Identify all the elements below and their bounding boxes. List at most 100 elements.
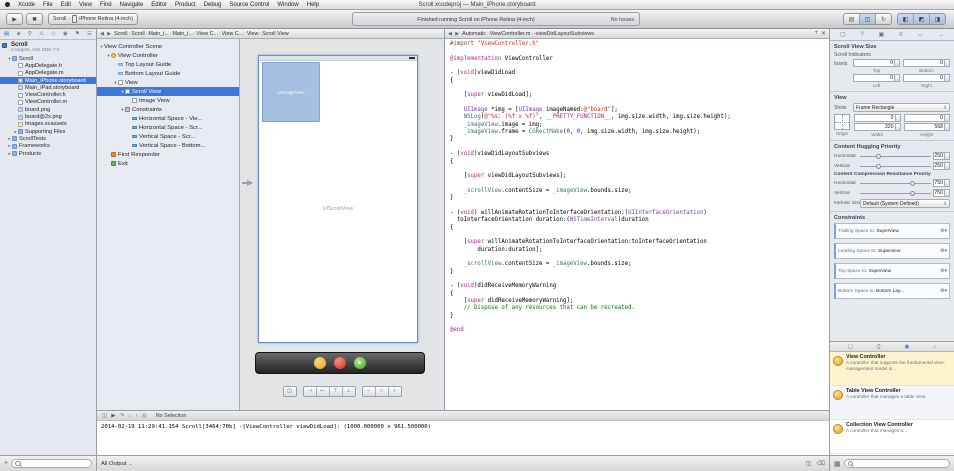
show-popup[interactable]: Frame Rectangle⇕ <box>853 103 950 112</box>
nav-item-supporting-files[interactable]: ▸Supporting Files <box>0 128 96 135</box>
log-navigator-tab[interactable]: ☰ <box>87 31 92 37</box>
back-forward-buttons[interactable]: ◀ ▶ <box>100 31 112 37</box>
stepper[interactable] <box>944 163 949 169</box>
outline-item-view[interactable]: ▾View <box>97 78 239 87</box>
gear-icon[interactable]: ⚙▾ <box>940 268 947 274</box>
crumb-view-c[interactable]: View C... <box>222 31 243 37</box>
stepper[interactable] <box>944 124 949 130</box>
outline-item-constraints[interactable]: ▾Constraints <box>97 105 239 114</box>
stepper[interactable] <box>944 180 949 186</box>
hugging-horizontal-slider[interactable] <box>860 153 931 160</box>
nav-item-frameworks[interactable]: ▸Frameworks <box>0 143 96 150</box>
search-navigator-tab[interactable]: ⚲ <box>28 31 32 37</box>
stepper[interactable] <box>944 60 949 66</box>
continue-button[interactable]: ▶ <box>111 413 115 419</box>
debug-area-toggle-button[interactable]: ◩ <box>914 14 930 24</box>
crumb-main-i[interactable]: Main_i... <box>148 31 168 37</box>
compression-vertical-field[interactable]: 750 <box>933 189 950 197</box>
crumb-scroll-view[interactable]: Scroll View <box>262 31 289 37</box>
menu-file[interactable]: File <box>39 2 57 8</box>
inset-bottom-field[interactable]: 0 <box>903 59 950 67</box>
outline-item-scroll-view[interactable]: ▾Scroll View <box>97 87 239 96</box>
back-forward-buttons[interactable]: ◀ ▶ <box>448 31 460 37</box>
step-over-button[interactable]: ↷ <box>120 413 125 419</box>
view-controller-scene[interactable]: UIImageView UIScrollView <box>258 55 418 343</box>
hugging-vertical-field[interactable]: 250 <box>933 162 950 170</box>
outline-item-vertical-space-bottom[interactable]: Vertical Space - Bottom... <box>97 141 239 150</box>
library-item-table-view-controller[interactable]: Table View ControllerA controller that m… <box>830 386 954 420</box>
quick-help-inspector-tab[interactable]: ? <box>860 32 863 38</box>
menu-edit[interactable]: Edit <box>57 2 75 8</box>
orange-button[interactable] <box>314 357 326 369</box>
stepper[interactable] <box>894 75 899 81</box>
nav-item-board-png[interactable]: board.png <box>0 106 96 113</box>
nav-item-scroll[interactable]: ▾Scroll <box>0 55 96 62</box>
crumb-viewdidlayoutsubviews[interactable]: -viewDidLayoutSubviews <box>534 31 594 37</box>
file-template-library-tab[interactable]: ▢ <box>848 344 853 350</box>
identity-inspector-tab[interactable]: ▣ <box>879 31 885 38</box>
nav-item-viewcontroller-h[interactable]: ViewController.h <box>0 91 96 98</box>
attributes-inspector-tab[interactable]: ≡ <box>899 32 903 38</box>
outline-item-view-controller-scene[interactable]: ▾View Controller Scene <box>97 42 239 51</box>
nav-item-appdelegate-m[interactable]: AppDelegate.m <box>0 70 96 77</box>
stepper[interactable] <box>944 75 949 81</box>
menu-find[interactable]: Find <box>96 2 116 8</box>
compression-vertical-slider[interactable] <box>860 190 931 197</box>
gear-icon[interactable]: ⚙▾ <box>940 228 947 234</box>
close-assistant-button[interactable]: ✕ <box>821 30 826 37</box>
gear-icon[interactable]: ⚙▾ <box>940 288 947 294</box>
add-assistant-button[interactable]: + <box>814 30 818 37</box>
crumb-view-c[interactable]: View C... <box>197 31 218 37</box>
nav-item-board-2x-png[interactable]: board@2x.png <box>0 113 96 120</box>
intrinsic-size-popup[interactable]: Default (System Defined)⇕ <box>860 199 950 208</box>
project-navigator-tab[interactable]: ▤ <box>4 31 9 37</box>
nav-item-appdelegate-h[interactable]: AppDelegate.h <box>0 62 96 69</box>
breakpoint-navigator-tab[interactable]: ⚑ <box>75 31 80 37</box>
menu-view[interactable]: View <box>75 2 96 8</box>
nav-item-scrolltests[interactable]: ▸ScrollTests <box>0 135 96 142</box>
step-into-button[interactable]: ↓ <box>128 413 131 419</box>
outline-item-view-controller[interactable]: ▾View Controller <box>97 51 239 60</box>
stepper[interactable] <box>895 115 900 121</box>
player-toolbar[interactable]: ▶ <box>255 352 425 374</box>
constraint-top-space-to-superview[interactable]: Top Space to: Superview⚙▾ <box>834 263 950 279</box>
crumb-viewcontroller-m[interactable]: ViewController.m <box>490 31 531 37</box>
library-item-collection-view-controller[interactable]: Collection View ControllerA controller t… <box>830 420 954 454</box>
size-inspector-tab[interactable]: ↔ <box>917 32 923 38</box>
menu-xcode[interactable]: Xcode <box>14 2 39 8</box>
navigator-filter-field[interactable] <box>11 459 92 468</box>
file-inspector-tab[interactable]: ▢ <box>840 31 846 38</box>
hugging-vertical-slider[interactable] <box>860 163 931 170</box>
library-item-view-controller[interactable]: View ControllerA controller that support… <box>830 352 954 386</box>
step-out-button[interactable]: ↑ <box>135 413 138 419</box>
resizing-button[interactable]: ⊥ <box>343 387 355 396</box>
constraint-leading-space-to-superview[interactable]: Leading Space to: Superview⚙▾ <box>834 243 950 259</box>
crumb-scroll[interactable]: Scroll <box>131 31 144 37</box>
run-button[interactable]: ▶ <box>6 13 23 25</box>
zoom-in-button[interactable]: + <box>389 387 401 396</box>
standard-editor-button[interactable]: ▤ <box>844 14 860 24</box>
project-row[interactable]: Scroll 2 targets, iOS SDK 7.0 <box>0 40 96 54</box>
resolve-issues-button[interactable]: ⊤ <box>330 387 343 396</box>
object-library-tab[interactable]: ◉ <box>905 344 910 350</box>
scheme-selector[interactable]: Scroll › iPhone Retina (4-inch) <box>48 13 138 25</box>
stepper[interactable] <box>944 190 949 196</box>
green-play-button[interactable]: ▶ <box>354 357 366 369</box>
compression-horizontal-slider[interactable] <box>860 180 931 187</box>
menu-product[interactable]: Product <box>171 2 200 8</box>
inset-top-field[interactable]: 0 <box>853 59 900 67</box>
console-pane-button[interactable]: ◫ <box>806 460 812 467</box>
nav-item-images-xcassets[interactable]: Images.xcassets <box>0 121 96 128</box>
crumb-scroll[interactable]: Scroll <box>114 31 127 37</box>
utilities-toggle-button[interactable]: ◨ <box>930 14 945 24</box>
menu-debug[interactable]: Debug <box>200 2 226 8</box>
outline-item-vertical-space-scr[interactable]: Vertical Space - Scr... <box>97 132 239 141</box>
issue-navigator-tab[interactable]: ⚠ <box>39 31 44 37</box>
add-button[interactable]: + <box>4 460 8 467</box>
pin-button[interactable]: ⊢ <box>317 387 330 396</box>
x-field[interactable]: 0 <box>854 114 901 122</box>
menu-editor[interactable]: Editor <box>147 2 171 8</box>
constraint-trailing-space-to-superview[interactable]: Trailing Space to: Superview⚙▾ <box>834 223 950 239</box>
compression-horizontal-field[interactable]: 750 <box>933 179 950 187</box>
menu-navigate[interactable]: Navigate <box>116 2 148 8</box>
